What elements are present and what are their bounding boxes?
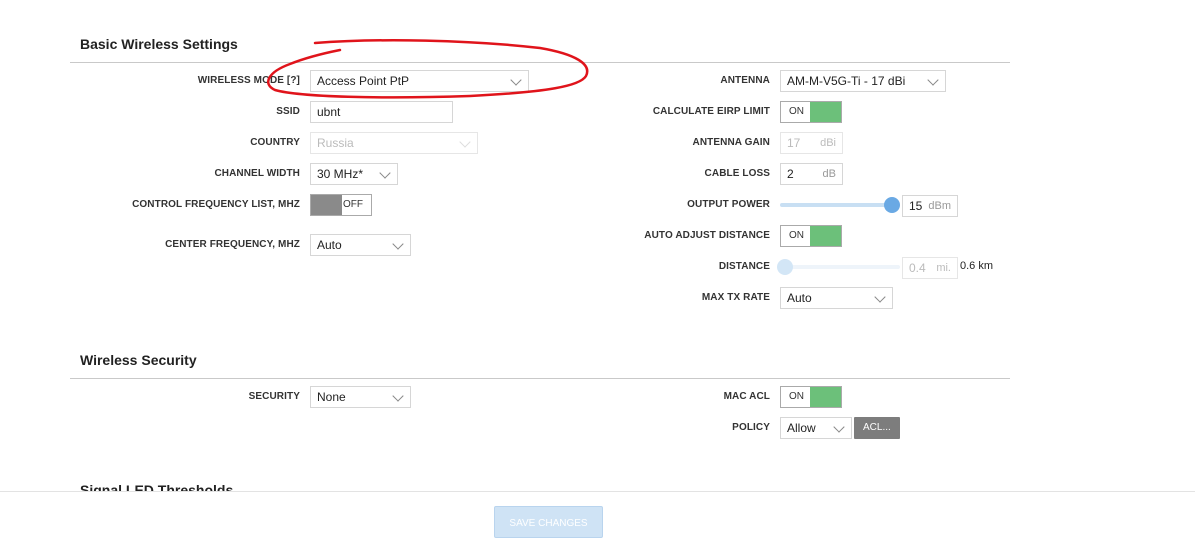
chevron-down-icon — [379, 167, 391, 179]
toggle-state: ON — [789, 106, 804, 117]
eirp-label: CALCULATE EIRP LIMIT — [652, 106, 770, 117]
distance-unit: mi. — [936, 262, 951, 274]
center-frequency-value: Auto — [317, 238, 342, 252]
cable-loss-unit: dB — [822, 168, 836, 180]
security-value: None — [317, 390, 346, 404]
cable-loss-input[interactable]: 2 dB — [780, 163, 843, 185]
basic-wireless-title: Basic Wireless Settings — [80, 36, 238, 52]
max-tx-rate-value: Auto — [787, 291, 812, 305]
policy-select[interactable]: Allow — [780, 417, 852, 439]
toggle-state: OFF — [343, 199, 363, 210]
cable-loss-value: 2 — [787, 167, 794, 181]
chevron-down-icon — [874, 291, 886, 303]
ssid-label: SSID — [276, 106, 300, 117]
wireless-mode-select[interactable]: Access Point PtP — [310, 70, 529, 92]
toggle-state: ON — [789, 391, 804, 402]
center-frequency-label: CENTER FREQUENCY, MHZ — [165, 239, 300, 250]
auto-distance-label: AUTO ADJUST DISTANCE — [644, 230, 770, 241]
max-tx-rate-select[interactable]: Auto — [780, 287, 893, 309]
save-changes-button[interactable]: SAVE CHANGES — [494, 506, 603, 538]
control-frequency-toggle[interactable]: OFF — [310, 194, 372, 216]
output-power-unit: dBm — [928, 200, 951, 212]
antenna-value: AM-M-V5G-Ti - 17 dBi — [787, 74, 906, 88]
auto-distance-toggle[interactable]: ON — [780, 225, 842, 247]
wireless-mode-label[interactable]: WIRELESS MODE [?] — [198, 75, 300, 86]
antenna-gain-input[interactable]: 17 dBi — [780, 132, 843, 154]
chevron-down-icon — [392, 390, 404, 402]
channel-width-select[interactable]: 30 MHz* — [310, 163, 398, 185]
toggle-state: ON — [789, 230, 804, 241]
toggle-knob — [810, 102, 841, 122]
wireless-security-title: Wireless Security — [80, 352, 197, 368]
channel-width-label: CHANNEL WIDTH — [214, 168, 300, 179]
toggle-knob — [810, 387, 841, 407]
output-power-value: 15 — [909, 199, 923, 213]
signal-led-title: Signal LED Thresholds — [80, 482, 234, 491]
toggle-knob — [311, 195, 342, 215]
chevron-down-icon — [392, 238, 404, 250]
mac-acl-label: MAC ACL — [723, 391, 770, 402]
max-tx-rate-label: MAX TX RATE — [701, 292, 770, 303]
mac-acl-toggle[interactable]: ON — [780, 386, 842, 408]
cable-loss-label: CABLE LOSS — [704, 168, 770, 179]
antenna-gain-value: 17 — [787, 136, 801, 150]
distance-label: DISTANCE — [718, 261, 770, 272]
output-power-label: OUTPUT POWER — [687, 199, 770, 210]
divider — [70, 378, 1010, 379]
toggle-knob — [810, 226, 841, 246]
distance-slider[interactable] — [785, 265, 900, 269]
distance-value: 0.4 — [909, 261, 926, 275]
eirp-toggle[interactable]: ON — [780, 101, 842, 123]
chevron-down-icon — [510, 74, 522, 86]
center-frequency-select[interactable]: Auto — [310, 234, 411, 256]
security-label: SECURITY — [248, 391, 300, 402]
antenna-gain-label: ANTENNA GAIN — [692, 137, 770, 148]
policy-value: Allow — [787, 421, 816, 435]
antenna-label: ANTENNA — [720, 75, 770, 86]
output-power-input[interactable]: 15 dBm — [902, 195, 958, 217]
antenna-select[interactable]: AM-M-V5G-Ti - 17 dBi — [780, 70, 946, 92]
acl-button[interactable]: ACL... — [854, 417, 900, 439]
country-value: Russia — [317, 136, 354, 150]
channel-width-value: 30 MHz* — [317, 167, 364, 181]
output-power-slider[interactable] — [780, 203, 892, 207]
ssid-value: ubnt — [317, 105, 341, 119]
security-select[interactable]: None — [310, 386, 411, 408]
ssid-input[interactable]: ubnt — [310, 101, 453, 123]
distance-km: 0.6 km — [960, 260, 994, 272]
distance-input[interactable]: 0.4 mi. — [902, 257, 958, 279]
control-frequency-label: CONTROL FREQUENCY LIST, MHZ — [132, 199, 300, 210]
antenna-gain-unit: dBi — [820, 137, 836, 149]
country-label: COUNTRY — [250, 137, 300, 148]
annotation-circle — [266, 39, 589, 99]
country-select[interactable]: Russia — [310, 132, 478, 154]
output-power-slider-handle[interactable] — [884, 197, 900, 213]
wireless-mode-value: Access Point PtP — [317, 74, 410, 88]
divider — [70, 62, 1010, 63]
chevron-down-icon — [833, 421, 845, 433]
chevron-down-icon — [927, 74, 939, 86]
chevron-down-icon — [459, 136, 471, 148]
policy-label: POLICY — [732, 422, 770, 433]
distance-slider-handle[interactable] — [777, 259, 793, 275]
